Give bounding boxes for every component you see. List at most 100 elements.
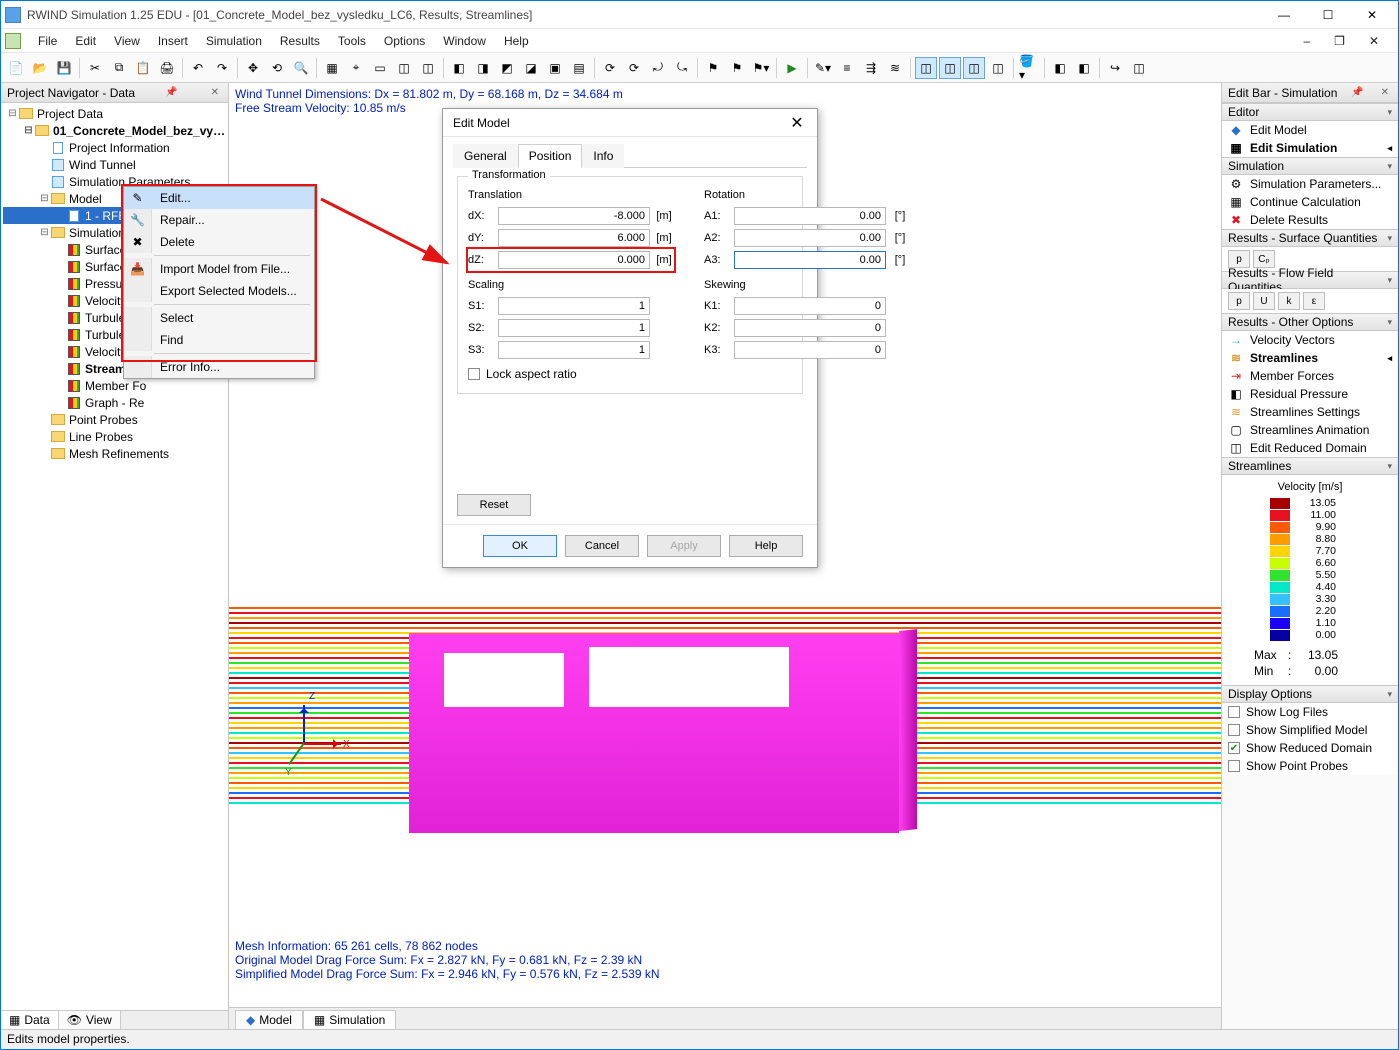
expand-icon[interactable]: ⊟ [39, 227, 50, 238]
context-menu-item[interactable]: 📥Import Model from File... [124, 258, 314, 280]
tool-box2-icon[interactable]: ◫ [417, 57, 439, 79]
context-menu-item[interactable]: ✎Edit... [124, 187, 314, 209]
tool-cut-icon[interactable]: ✂ [84, 57, 106, 79]
tool-refresh3-icon[interactable]: ⤾ [647, 57, 669, 79]
tool-paste-icon[interactable]: 📋 [132, 57, 154, 79]
checkbox-icon[interactable] [1228, 760, 1240, 772]
member-forces-button[interactable]: ⇥Member Forces [1222, 367, 1398, 385]
tool-view2-icon[interactable]: ◨ [472, 57, 494, 79]
tool-flag2-icon[interactable]: ⚑ [726, 57, 748, 79]
tree-item[interactable]: Point Probes [3, 411, 226, 428]
k1-input[interactable] [734, 297, 886, 315]
menu-help[interactable]: Help [495, 31, 538, 51]
tool-w4-icon[interactable]: ◫ [987, 57, 1009, 79]
dialog-tab-info[interactable]: Info [582, 144, 624, 168]
mdi-close-icon[interactable]: ✕ [1360, 31, 1388, 51]
edit-simulation-button[interactable]: ▦Edit Simulation◂ [1222, 139, 1398, 157]
tree-item[interactable]: Graph - Re [3, 394, 226, 411]
tool-run-icon[interactable]: ▶ [781, 57, 803, 79]
menu-simulation[interactable]: Simulation [197, 31, 271, 51]
lock-aspect-checkbox[interactable]: Lock aspect ratio [468, 367, 674, 381]
context-menu-item[interactable]: Export Selected Models... [124, 280, 314, 302]
tree-item[interactable]: Member Fo [3, 377, 226, 394]
tool-open-icon[interactable]: 📂 [29, 57, 51, 79]
navigator-close-icon[interactable]: ✕ [208, 87, 222, 98]
menu-results[interactable]: Results [271, 31, 329, 51]
simulation-parameters-button[interactable]: ⚙Simulation Parameters... [1222, 175, 1398, 193]
menu-insert[interactable]: Insert [149, 31, 197, 51]
tree-item[interactable]: Project Information [3, 139, 226, 156]
tool-grid-icon[interactable]: ▦ [321, 57, 343, 79]
expand-icon[interactable]: ⊟ [39, 193, 50, 204]
close-button[interactable]: ✕ [1350, 1, 1394, 29]
context-menu-item[interactable]: 🔧Repair... [124, 209, 314, 231]
context-menu-item[interactable]: ✖Delete [124, 231, 314, 253]
dialog-tab-position[interactable]: Position [518, 144, 583, 168]
minimize-button[interactable]: — [1262, 1, 1306, 29]
expand-icon[interactable]: ⊟ [7, 108, 18, 119]
edit-model-button[interactable]: ◆Edit Model [1222, 121, 1398, 139]
streamlines-button[interactable]: ≋Streamlines◂ [1222, 349, 1398, 367]
tool-misc1-icon[interactable]: ◧ [1049, 57, 1071, 79]
tool-flag1-icon[interactable]: ⚑ [702, 57, 724, 79]
ok-button[interactable]: OK [483, 535, 557, 557]
context-menu-item[interactable]: Find [124, 329, 314, 351]
tool-arrows-icon[interactable]: ⇶ [860, 57, 882, 79]
dialog-tab-general[interactable]: General [453, 144, 518, 168]
streamlines-settings-button[interactable]: ≋Streamlines Settings [1222, 403, 1398, 421]
tool-undo-icon[interactable]: ↶ [187, 57, 209, 79]
s3-input[interactable] [498, 341, 650, 359]
tool-snap-icon[interactable]: ⌖ [345, 57, 367, 79]
s1-input[interactable] [498, 297, 650, 315]
viewport-tab-model[interactable]: ◆Model [235, 1010, 303, 1029]
editbar-pin-icon[interactable]: 📌 [1348, 87, 1366, 98]
section-other[interactable]: Results - Other Options▾ [1222, 313, 1398, 331]
section-simulation[interactable]: Simulation▾ [1222, 157, 1398, 175]
display-option[interactable]: Show Simplified Model [1222, 721, 1398, 739]
dy-input[interactable] [498, 229, 650, 247]
k2-input[interactable] [734, 319, 886, 337]
help-button[interactable]: Help [729, 535, 803, 557]
tool-view1-icon[interactable]: ◧ [448, 57, 470, 79]
tool-w1-icon[interactable]: ◫ [915, 57, 937, 79]
menu-edit[interactable]: Edit [66, 31, 105, 51]
checkbox-icon[interactable] [1228, 724, 1240, 736]
a1-input[interactable] [734, 207, 886, 225]
menu-file[interactable]: File [29, 31, 66, 51]
tool-save-icon[interactable]: 💾 [53, 57, 75, 79]
a3-input[interactable] [734, 251, 886, 269]
tool-lines-icon[interactable]: ≡ [836, 57, 858, 79]
tool-w3-icon[interactable]: ◫ [963, 57, 985, 79]
mdi-minimize-icon[interactable]: – [1294, 31, 1319, 51]
flow-p-button[interactable]: p [1228, 292, 1250, 310]
menu-window[interactable]: Window [434, 31, 495, 51]
navigator-tab-view[interactable]: 👁View [59, 1011, 121, 1029]
menu-options[interactable]: Options [375, 31, 434, 51]
section-flow-q[interactable]: Results - Flow Field Quantities▾ [1222, 271, 1398, 289]
editbar-close-icon[interactable]: ✕ [1378, 87, 1392, 98]
tool-view3-icon[interactable]: ◩ [496, 57, 518, 79]
delete-results-button[interactable]: ✖Delete Results [1222, 211, 1398, 229]
streamlines-animation-button[interactable]: ▢Streamlines Animation [1222, 421, 1398, 439]
section-display[interactable]: Display Options▾ [1222, 685, 1398, 703]
tool-redo-icon[interactable]: ↷ [211, 57, 233, 79]
section-surface-q[interactable]: Results - Surface Quantities▾ [1222, 229, 1398, 247]
flow-k-button[interactable]: k [1278, 292, 1300, 310]
velocity-vectors-button[interactable]: →Velocity Vectors [1222, 331, 1398, 349]
context-menu-item[interactable]: Select [124, 307, 314, 329]
dz-input[interactable] [498, 251, 650, 269]
tool-paint-icon[interactable]: 🪣▾ [1018, 57, 1040, 79]
tree-item[interactable]: Wind Tunnel [3, 156, 226, 173]
tool-misc2-icon[interactable]: ◧ [1073, 57, 1095, 79]
tree-item[interactable]: Line Probes [3, 428, 226, 445]
section-editor[interactable]: Editor▾ [1222, 103, 1398, 121]
tool-w2-icon[interactable]: ◫ [939, 57, 961, 79]
tool-new-icon[interactable]: 📄 [5, 57, 27, 79]
tool-layers-icon[interactable]: ≋ [884, 57, 906, 79]
continue-calculation-button[interactable]: ▦Continue Calculation [1222, 193, 1398, 211]
menu-view[interactable]: View [105, 31, 149, 51]
menu-tools[interactable]: Tools [329, 31, 375, 51]
tool-view6-icon[interactable]: ▤ [568, 57, 590, 79]
tool-view5-icon[interactable]: ▣ [544, 57, 566, 79]
mdi-restore-icon[interactable]: ❐ [1325, 31, 1354, 51]
